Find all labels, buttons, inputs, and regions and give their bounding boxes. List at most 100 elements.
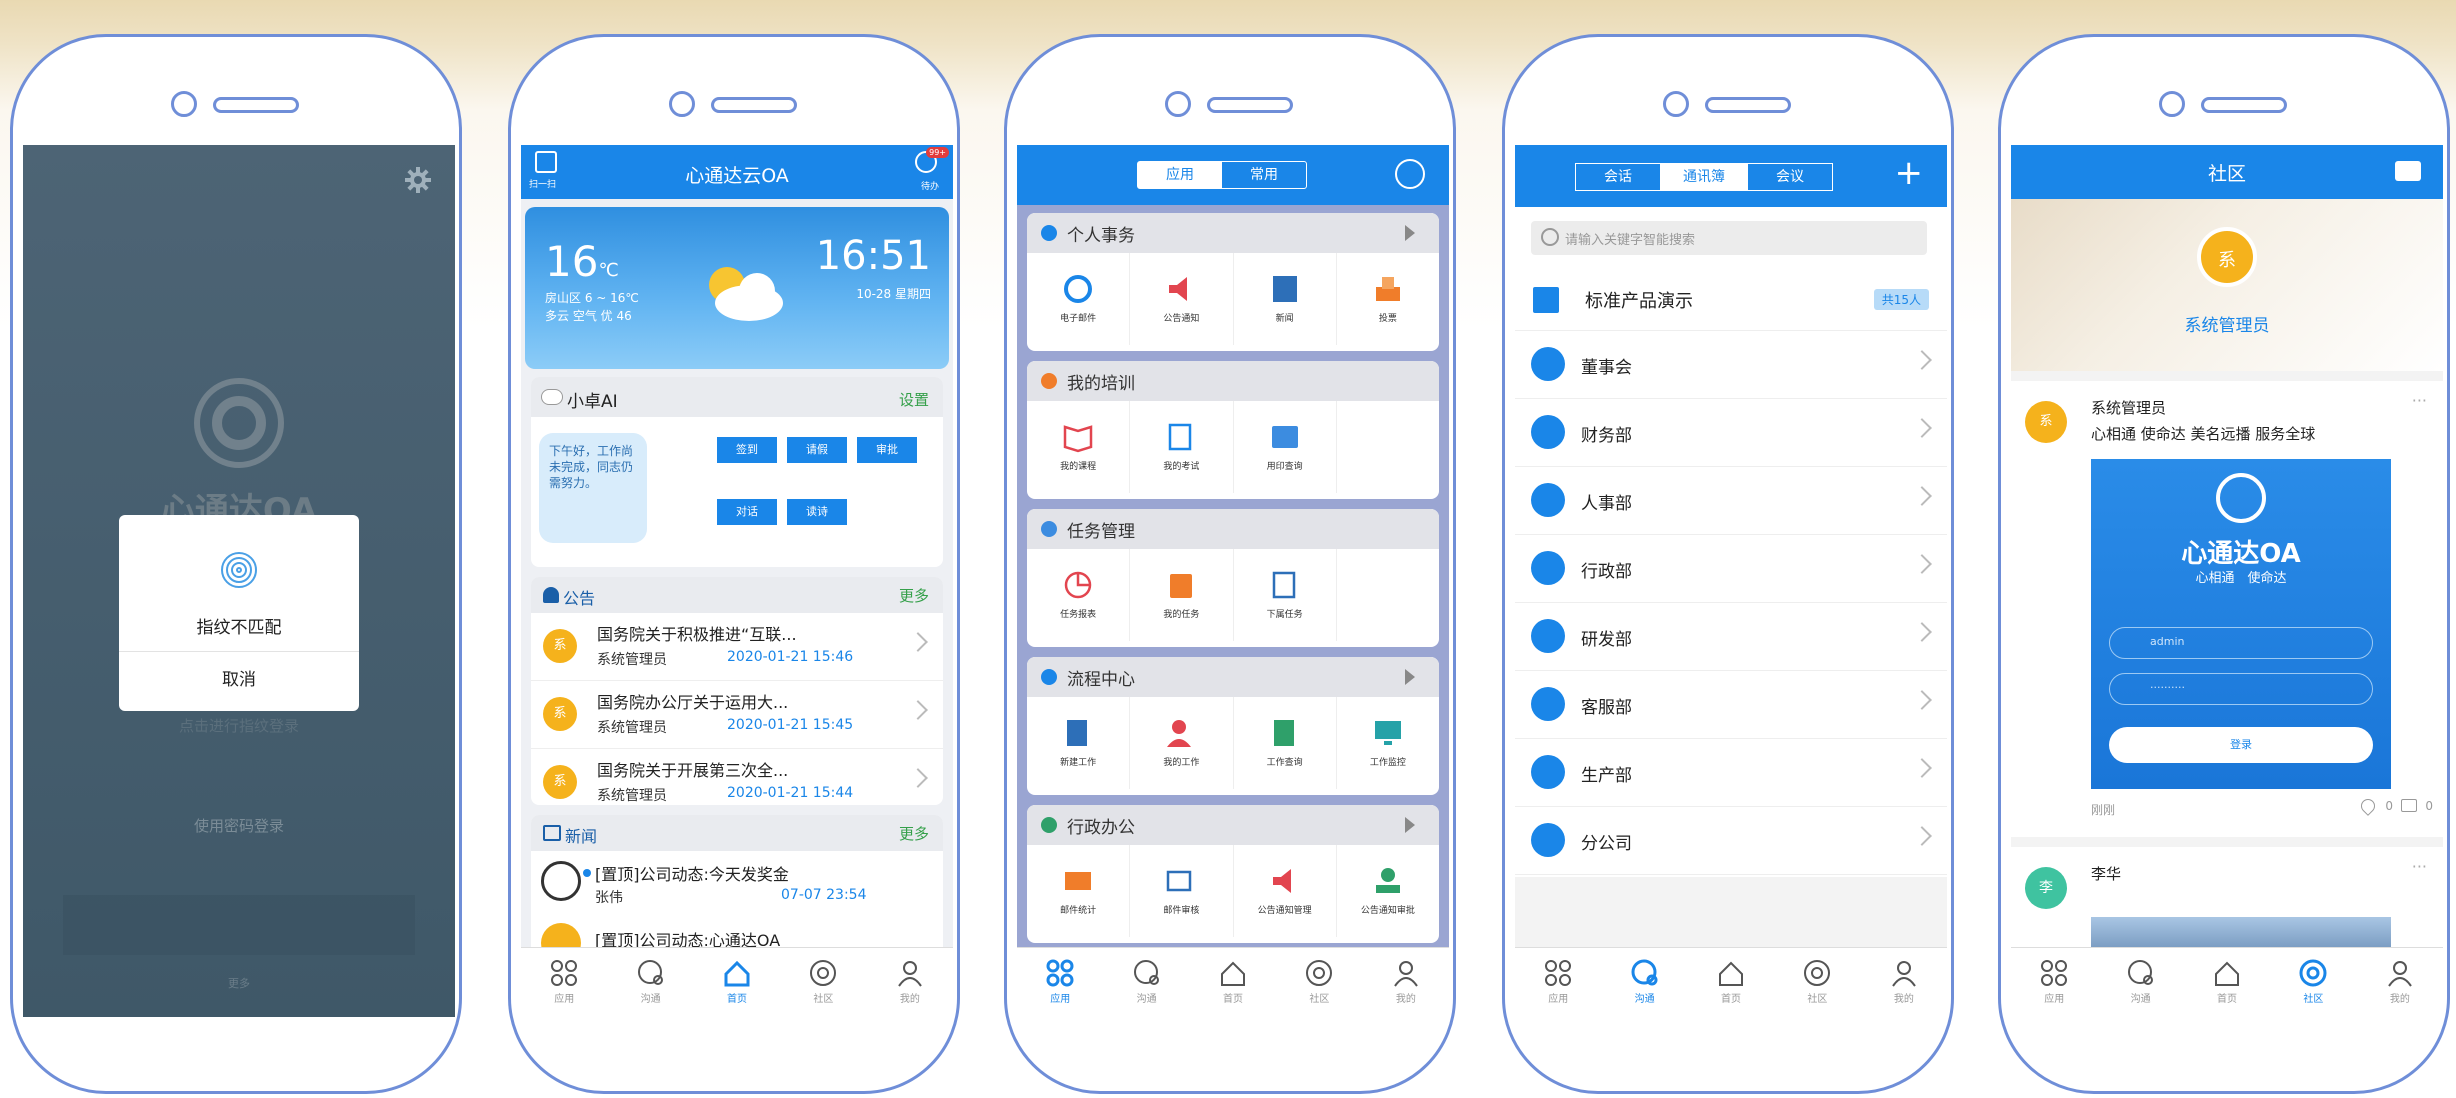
dept-item[interactable]: 分公司 xyxy=(1515,807,1947,875)
tab-chat[interactable]: 沟通 xyxy=(607,948,693,1017)
tab-label: 沟通 xyxy=(640,994,661,1005)
news-more-link[interactable]: 更多 xyxy=(899,823,929,844)
ai-title: 小卓AI xyxy=(567,392,618,412)
post-author: 系统管理员 xyxy=(2091,399,2167,417)
dept-item[interactable]: 董事会 xyxy=(1515,331,1947,399)
seg-contacts[interactable]: 通讯簿 xyxy=(1661,163,1747,191)
admin-avatar[interactable]: 系 xyxy=(2197,227,2257,287)
app-news[interactable]: 新闻 xyxy=(1234,253,1337,345)
app-seal-query[interactable]: 用印查询 xyxy=(1234,401,1337,493)
tab-home[interactable]: 首页 xyxy=(1190,948,1276,1017)
post-image[interactable]: 心通达OA 心相通 使命达 admin ·········· 登录 xyxy=(2091,459,2391,789)
camera-icon[interactable] xyxy=(2395,161,2421,181)
app-my-tasks[interactable]: 我的任务 xyxy=(1130,549,1234,641)
ai-robot-icon xyxy=(541,389,563,405)
tab-me[interactable]: 我的 xyxy=(1363,948,1449,1017)
tab-me[interactable]: 我的 xyxy=(2357,948,2443,1017)
tab-chat[interactable]: 沟通 xyxy=(1103,948,1189,1017)
seg-apps[interactable]: 应用 xyxy=(1138,162,1222,188)
dept-name: 行政部 xyxy=(1581,562,1632,582)
ai-btn-poem[interactable]: 读诗 xyxy=(787,499,847,525)
notice-item-title: 国务院办公厅关于运用大... xyxy=(597,693,789,712)
app-new-work[interactable]: 新建工作 xyxy=(1027,697,1131,789)
notice-item[interactable]: 系 国务院办公厅关于运用大... 系统管理员 2020-01-21 15:45 xyxy=(531,681,943,749)
tab-community[interactable]: 社区 xyxy=(1774,948,1860,1017)
tab-community[interactable]: 社区 xyxy=(2270,948,2356,1017)
app-notice-manage[interactable]: 公告通知管理 xyxy=(1234,845,1337,937)
section-title: 任务管理 xyxy=(1067,521,1135,542)
settings-gear-icon[interactable] xyxy=(403,165,433,195)
seg-meetings[interactable]: 会议 xyxy=(1747,163,1833,191)
dialog-cancel-button[interactable]: 取消 xyxy=(119,665,359,690)
add-icon[interactable]: + xyxy=(1895,153,1924,193)
notice-item[interactable]: 系 国务院关于积极推进“互联... 系统管理员 2020-01-21 15:46 xyxy=(531,613,943,681)
dept-item[interactable]: 客服部 xyxy=(1515,671,1947,739)
app-task-report[interactable]: 任务报表 xyxy=(1027,549,1131,641)
like-icon[interactable] xyxy=(2358,796,2378,816)
dept-item[interactable]: 研发部 xyxy=(1515,603,1947,671)
notice-item[interactable]: 系 国务院关于开展第三次全... 系统管理员 2020-01-21 15:44 xyxy=(531,749,943,805)
phone-frame-5: 社区 系 系统管理员 系 系统管理员 ··· 心相通 使命达 美名远播 服务全球… xyxy=(1998,34,2450,1094)
app-label: 公告通知管理 xyxy=(1257,906,1312,916)
fingerprint-login-link[interactable]: 点击进行指纹登录 xyxy=(23,715,455,736)
app-mail-stats[interactable]: 邮件统计 xyxy=(1027,845,1131,937)
tab-home[interactable]: 首页 xyxy=(694,948,780,1017)
news-item-title[interactable]: [置顶]公司动态:今天发奖金 xyxy=(595,861,875,885)
community-icon xyxy=(810,960,837,986)
expand-arrow-icon[interactable] xyxy=(1405,225,1415,241)
app-mail-review[interactable]: 邮件审核 xyxy=(1130,845,1234,937)
tab-apps[interactable]: 应用 xyxy=(1017,948,1103,1017)
phone-frame-3: 应用 常用 个人事务 电子邮件 公告通知 新闻 投票 我的培训 我的课程 我的考… xyxy=(1004,34,1456,1094)
app-notice-approve[interactable]: 公告通知审批 xyxy=(1337,845,1439,937)
ai-btn-approve[interactable]: 审批 xyxy=(857,437,917,463)
more-dots-icon[interactable]: ··· xyxy=(2412,857,2427,876)
search-input[interactable]: 请输入关键字智能搜索 xyxy=(1531,221,1927,255)
app-work-query[interactable]: 工作查询 xyxy=(1234,697,1337,789)
tab-me[interactable]: 我的 xyxy=(867,948,953,1017)
tab-apps[interactable]: 应用 xyxy=(521,948,607,1017)
tab-apps[interactable]: 应用 xyxy=(2011,948,2097,1017)
dept-item[interactable]: 生产部 xyxy=(1515,739,1947,807)
dept-item[interactable]: 行政部 xyxy=(1515,535,1947,603)
search-icon[interactable] xyxy=(1395,159,1425,189)
org-row[interactable]: 标准产品演示 共15人 xyxy=(1515,269,1947,331)
app-email[interactable]: 电子邮件 xyxy=(1027,253,1131,345)
more-dots-icon[interactable]: ··· xyxy=(2412,391,2427,410)
tab-me[interactable]: 我的 xyxy=(1861,948,1947,1017)
app-sub-tasks[interactable]: 下属任务 xyxy=(1234,549,1337,641)
more-link[interactable]: 更多 xyxy=(23,975,455,991)
home-icon xyxy=(724,960,750,987)
app-notice[interactable]: 公告通知 xyxy=(1130,253,1234,345)
tab-chat[interactable]: 沟通 xyxy=(2097,948,2183,1017)
password-login-link[interactable]: 使用密码登录 xyxy=(23,815,455,836)
app-vote[interactable]: 投票 xyxy=(1337,253,1439,345)
search-placeholder: 请输入关键字智能搜索 xyxy=(1565,233,1696,248)
seg-common[interactable]: 常用 xyxy=(1222,162,1306,188)
tab-apps[interactable]: 应用 xyxy=(1515,948,1601,1017)
app-my-work[interactable]: 我的工作 xyxy=(1130,697,1234,789)
bottom-tab-bar: 应用 沟通 首页 社区 我的 xyxy=(1017,947,1449,1017)
app-my-exams[interactable]: 我的考试 xyxy=(1130,401,1234,493)
ai-btn-chat[interactable]: 对话 xyxy=(717,499,777,525)
dept-item[interactable]: 财务部 xyxy=(1515,399,1947,467)
tab-home[interactable]: 首页 xyxy=(1688,948,1774,1017)
dept-item[interactable]: 人事部 xyxy=(1515,467,1947,535)
expand-arrow-icon[interactable] xyxy=(1405,817,1415,833)
expand-arrow-icon[interactable] xyxy=(1405,669,1415,685)
app-work-monitor[interactable]: 工作监控 xyxy=(1337,697,1439,789)
tab-chat[interactable]: 沟通 xyxy=(1601,948,1687,1017)
app-logo-icon xyxy=(193,377,285,469)
tab-home[interactable]: 首页 xyxy=(2184,948,2270,1017)
tab-community[interactable]: 社区 xyxy=(1276,948,1362,1017)
notice-more-link[interactable]: 更多 xyxy=(899,585,929,606)
comment-icon[interactable] xyxy=(2401,799,2417,812)
ai-btn-checkin[interactable]: 签到 xyxy=(717,437,777,463)
screen-apps: 应用 常用 个人事务 电子邮件 公告通知 新闻 投票 我的培训 我的课程 我的考… xyxy=(1017,145,1449,1017)
seg-sessions[interactable]: 会话 xyxy=(1575,163,1661,191)
tab-community[interactable]: 社区 xyxy=(780,948,866,1017)
app-my-courses[interactable]: 我的课程 xyxy=(1027,401,1131,493)
ai-settings-link[interactable]: 设置 xyxy=(899,389,929,410)
weather-card[interactable]: 16℃ 房山区 6 ~ 16℃ 多云 空气 优 46 16:51 10-28 星… xyxy=(525,207,949,369)
section-title: 我的培训 xyxy=(1067,373,1135,394)
ai-btn-leave[interactable]: 请假 xyxy=(787,437,847,463)
